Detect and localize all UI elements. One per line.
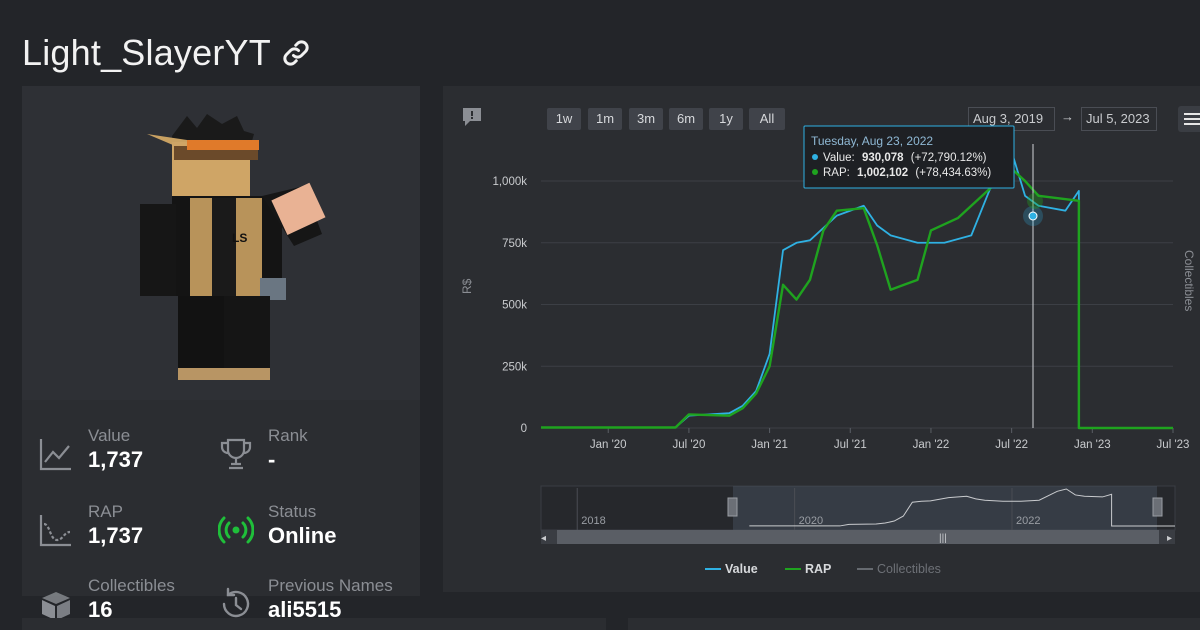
stat-value: Value 1,737 bbox=[38, 426, 143, 474]
line-chart-icon bbox=[39, 439, 71, 471]
stat-collectibles: Collectibles 16 bbox=[38, 576, 175, 624]
y-tick-label: 250k bbox=[502, 361, 527, 373]
x-tick-label: Jan '22 bbox=[913, 439, 950, 451]
stat-rap-number: 1,737 bbox=[88, 523, 144, 548]
broadcast-icon bbox=[218, 516, 254, 544]
value-chart[interactable]: 0250k500k750k1,000k Jan '20 Jul '20 Jan '2… bbox=[443, 86, 1200, 592]
box-icon bbox=[42, 592, 70, 620]
y-axis-label: R$ bbox=[460, 278, 474, 294]
username: Light_SlayerYT bbox=[22, 32, 271, 73]
navigator-right-handle[interactable] bbox=[1152, 497, 1163, 517]
hover-point-value bbox=[1028, 211, 1038, 221]
stat-rank-number: - bbox=[268, 447, 276, 472]
y-tick-label: 0 bbox=[521, 423, 527, 435]
stat-previous-names-label: Previous Names bbox=[268, 576, 393, 595]
stat-rap-label: RAP bbox=[88, 502, 123, 521]
x-tick-label: Jul '21 bbox=[834, 439, 867, 451]
x-tick-label: Jan '23 bbox=[1074, 439, 1111, 451]
tooltip-rap: 1,002,102 bbox=[857, 167, 908, 179]
stat-collectibles-label: Collectibles bbox=[88, 576, 175, 595]
legend-item-rap: RAP bbox=[805, 562, 831, 576]
x-tick-label: Jul '23 bbox=[1157, 439, 1190, 451]
history-icon bbox=[222, 587, 250, 618]
x-tick-label: Jan '21 bbox=[751, 439, 788, 451]
tooltip-rap-row: RAP: 1,002,102 (+78,434.63%) bbox=[823, 167, 991, 179]
x-tick-label: Jul '22 bbox=[995, 439, 1028, 451]
scroll-right-icon[interactable]: ▸ bbox=[1167, 533, 1172, 544]
navigator-year-label: 2018 bbox=[581, 515, 605, 527]
stat-rap: RAP 1,737 bbox=[38, 502, 143, 550]
trophy-icon bbox=[220, 438, 252, 470]
navigator-year-label: 2022 bbox=[1016, 515, 1040, 527]
hover-halo-rap bbox=[1027, 193, 1043, 209]
x-axis: Jan '20 Jul '20 Jan '21 Jul '21 Jan '22 Jul '… bbox=[590, 428, 1190, 451]
tooltip-rap-change: (+78,434.63%) bbox=[915, 167, 991, 179]
range-navigator[interactable]: 2018 2020 2022 ◂ ▸ ||| bbox=[540, 485, 1176, 544]
link-icon[interactable] bbox=[281, 38, 311, 68]
bottom-card-right bbox=[628, 618, 1200, 630]
stat-rank: Rank - bbox=[218, 426, 308, 474]
y2-axis-label: Collectibles bbox=[1182, 250, 1196, 311]
stat-value-number: 1,737 bbox=[88, 447, 144, 472]
stats-panel: Value 1,737 Rank - RAP 1,737 Status Onli… bbox=[22, 400, 420, 622]
avatar: LS bbox=[22, 86, 420, 400]
legend-item-value: Value bbox=[725, 562, 758, 576]
stat-rank-label: Rank bbox=[268, 426, 308, 445]
y-tick-label: 500k bbox=[502, 300, 527, 312]
bottom-card-left bbox=[22, 618, 606, 630]
bell-curve-icon bbox=[39, 515, 71, 547]
stat-value-label: Value bbox=[88, 426, 131, 445]
avatar-figure: LS bbox=[140, 114, 326, 380]
chart-series bbox=[541, 150, 1173, 430]
y-tick-label: 750k bbox=[502, 238, 527, 250]
x-tick-label: Jan '20 bbox=[590, 439, 627, 451]
navigator-selection[interactable] bbox=[733, 486, 1157, 530]
tooltip-value: 930,078 bbox=[862, 152, 904, 164]
scroll-grip-icon[interactable]: ||| bbox=[939, 533, 947, 544]
tooltip-rap-label: RAP: bbox=[823, 167, 850, 179]
profile-card: LS Value 1,737 Rank - RAP 1,737 Status O… bbox=[22, 86, 420, 622]
legend-item-collectibles: Collectibles bbox=[877, 562, 941, 576]
stat-status-text: Online bbox=[268, 523, 337, 548]
avatar-badge-text: LS bbox=[232, 231, 247, 245]
stat-status: Status Online bbox=[218, 502, 336, 550]
navigator-scrollbar-thumb[interactable] bbox=[557, 530, 1159, 544]
tooltip-date: Tuesday, Aug 23, 2022 bbox=[811, 134, 933, 148]
navigator-left-handle[interactable] bbox=[727, 497, 738, 517]
y-tick-label: 1,000k bbox=[492, 176, 527, 188]
username-title: Light_SlayerYT bbox=[22, 32, 311, 74]
stat-previous-names: Previous Names ali5515 bbox=[218, 576, 393, 624]
y-axis: 0 250k 500k 750k 1,000k bbox=[492, 176, 527, 435]
profile-page: Light_SlayerYT LS Value 1,737 Rank - RAP… bbox=[0, 0, 1200, 630]
tooltip-value-label: Value: bbox=[823, 152, 855, 164]
tooltip-value-row: Value: 930,078 (+72,790.12%) bbox=[823, 152, 987, 164]
chart-tooltip: Tuesday, Aug 23, 2022 Value: 930,078 (+7… bbox=[803, 125, 1015, 189]
tooltip-value-change: (+72,790.12%) bbox=[911, 152, 987, 164]
navigator-year-label: 2020 bbox=[799, 515, 823, 527]
stat-status-label: Status bbox=[268, 502, 317, 521]
chart-legend: Value RAP Collectibles bbox=[705, 562, 941, 576]
scroll-left-icon[interactable]: ◂ bbox=[541, 533, 546, 544]
value-chart-card: 1w 1m 3m 6m 1y All Aug 3, 2019 → Jul 5, … bbox=[443, 86, 1200, 592]
x-tick-label: Jul '20 bbox=[672, 439, 705, 451]
